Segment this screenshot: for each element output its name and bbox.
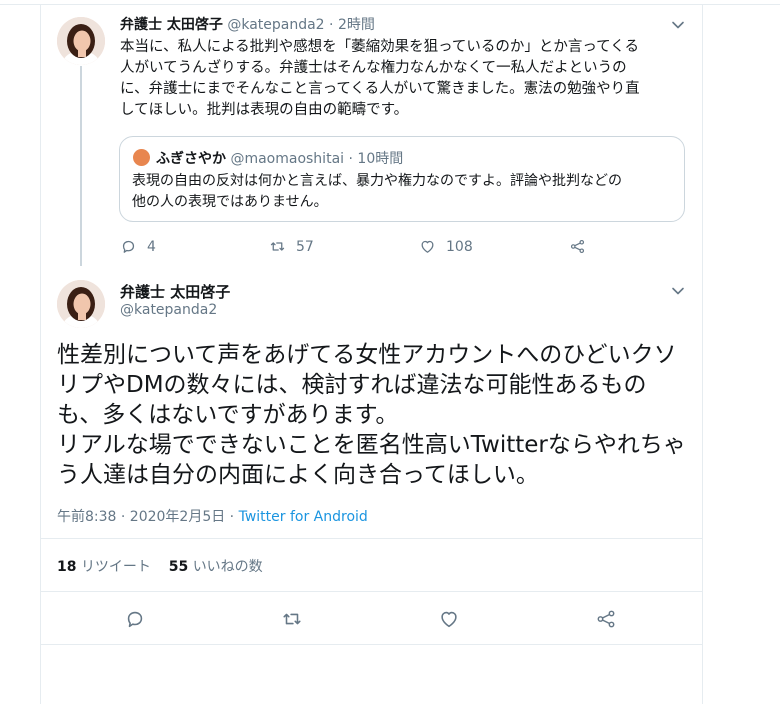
likes-count: 55 bbox=[168, 559, 189, 575]
divider bbox=[41, 591, 702, 592]
engagement-stats: 18 リツイート 55 いいねの数 bbox=[57, 556, 263, 576]
tweet-source-link[interactable]: Twitter for Android bbox=[239, 509, 368, 525]
parent-text-line: 本当に、私人による批判や感想を「萎縮効果を狙っているのか」とか言ってくる bbox=[120, 39, 639, 55]
quote-time: 10時間 bbox=[357, 151, 404, 167]
like-button[interactable]: 108 bbox=[419, 238, 473, 255]
parent-text-line: に、弁護士にまでそんなこと言ってくる人がいて驚きました。憲法の勉強やり直 bbox=[120, 81, 640, 97]
share-button[interactable] bbox=[569, 238, 586, 255]
quoted-tweet[interactable]: ふぎさやか @maomaoshitai · 10時間 表現の自由の反対は何かと言… bbox=[119, 136, 685, 222]
like-icon bbox=[421, 240, 434, 253]
likes-stat[interactable]: 55 いいねの数 bbox=[169, 559, 263, 575]
like-button[interactable] bbox=[438, 608, 460, 630]
likes-label: いいねの数 bbox=[192, 559, 263, 575]
thread-line bbox=[80, 66, 82, 266]
main-text-line: リプやDMの数々には、検討すれば違法な可能性あるもの bbox=[57, 372, 647, 398]
quote-text-line: 表現の自由の反対は何かと言えば、暴力や権力なのですよ。評論や批判などの bbox=[132, 173, 622, 189]
chevron-down-icon[interactable] bbox=[671, 17, 685, 31]
like-icon bbox=[441, 611, 457, 628]
like-count: 108 bbox=[446, 238, 473, 255]
parent-tweet-text: 本当に、私人による批判や感想を「萎縮効果を狙っているのか」とか言ってくる 人がい… bbox=[120, 37, 685, 121]
parent-time[interactable]: 2時間 bbox=[338, 17, 375, 33]
main-handle[interactable]: @katepanda2 bbox=[120, 302, 217, 318]
main-text-line: う人達は自分の内面によく向き合ってほしい。 bbox=[57, 462, 539, 488]
retweet-icon bbox=[270, 242, 285, 251]
retweet-button[interactable]: 57 bbox=[269, 238, 314, 255]
chevron-down-icon[interactable] bbox=[671, 283, 685, 297]
main-text-line: も、多くはないですがあります。 bbox=[57, 402, 399, 428]
retweet-count: 57 bbox=[296, 238, 314, 255]
parent-handle[interactable]: @katepanda2 bbox=[227, 17, 324, 33]
quote-text-line: 他の人の表現ではありません。 bbox=[132, 194, 328, 210]
main-tweet-text: 性差別について声をあげてる女性アカウントへのひどいクソ リプやDMの数々には、検… bbox=[57, 340, 697, 490]
divider bbox=[41, 538, 702, 539]
parent-avatar[interactable] bbox=[57, 17, 105, 65]
retweet-button[interactable] bbox=[281, 608, 303, 630]
meta-separator: · bbox=[225, 509, 239, 525]
main-display-name[interactable]: 弁護士 太田啓子 bbox=[120, 281, 230, 302]
reply-button[interactable]: 4 bbox=[120, 238, 156, 255]
parent-separator: · bbox=[329, 17, 334, 33]
main-avatar[interactable] bbox=[57, 280, 105, 328]
quote-header: ふぎさやか @maomaoshitai · 10時間 bbox=[156, 148, 403, 168]
retweets-label: リツイート bbox=[80, 559, 151, 575]
main-text-line: 性差別について声をあげてる女性アカウントへのひどいクソ bbox=[57, 342, 677, 368]
tweet-metadata: 午前8:38 · 2020年2月5日 · Twitter for Android bbox=[57, 506, 368, 526]
tweet-timestamp[interactable]: 午前8:38 · 2020年2月5日 bbox=[57, 509, 225, 525]
retweets-count: 18 bbox=[57, 559, 77, 575]
share-icon bbox=[597, 610, 615, 628]
share-button[interactable] bbox=[595, 608, 617, 630]
parent-text-line: してほしい。批判は表現の自由の範疇です。 bbox=[120, 102, 409, 118]
retweet-icon bbox=[283, 613, 301, 625]
quote-display-name: ふぎさやか bbox=[156, 151, 226, 167]
quote-handle: @maomaoshitai bbox=[230, 151, 345, 167]
reply-count: 4 bbox=[147, 238, 156, 255]
parent-tweet-header: 弁護士 太田啓子 @katepanda2 · 2時間 bbox=[120, 14, 375, 34]
quote-text: 表現の自由の反対は何かと言えば、暴力や権力なのですよ。評論や批判などの 他の人の… bbox=[132, 171, 622, 213]
reply-icon bbox=[122, 240, 135, 253]
main-text-line: リアルな場でできないことを匿名性高いTwitterならやれちゃ bbox=[57, 432, 686, 458]
parent-display-name[interactable]: 弁護士 太田啓子 bbox=[120, 17, 223, 33]
share-icon bbox=[570, 239, 585, 254]
quote-avatar bbox=[133, 149, 150, 166]
reply-icon bbox=[127, 611, 143, 628]
parent-text-line: 人がいてうんざりする。弁護士はそんな権力なんかなくて一私人だよというの bbox=[120, 60, 627, 76]
retweets-stat[interactable]: 18 リツイート bbox=[57, 559, 151, 575]
reply-button[interactable] bbox=[124, 608, 146, 630]
quote-separator: · bbox=[348, 151, 353, 167]
divider bbox=[41, 644, 702, 645]
